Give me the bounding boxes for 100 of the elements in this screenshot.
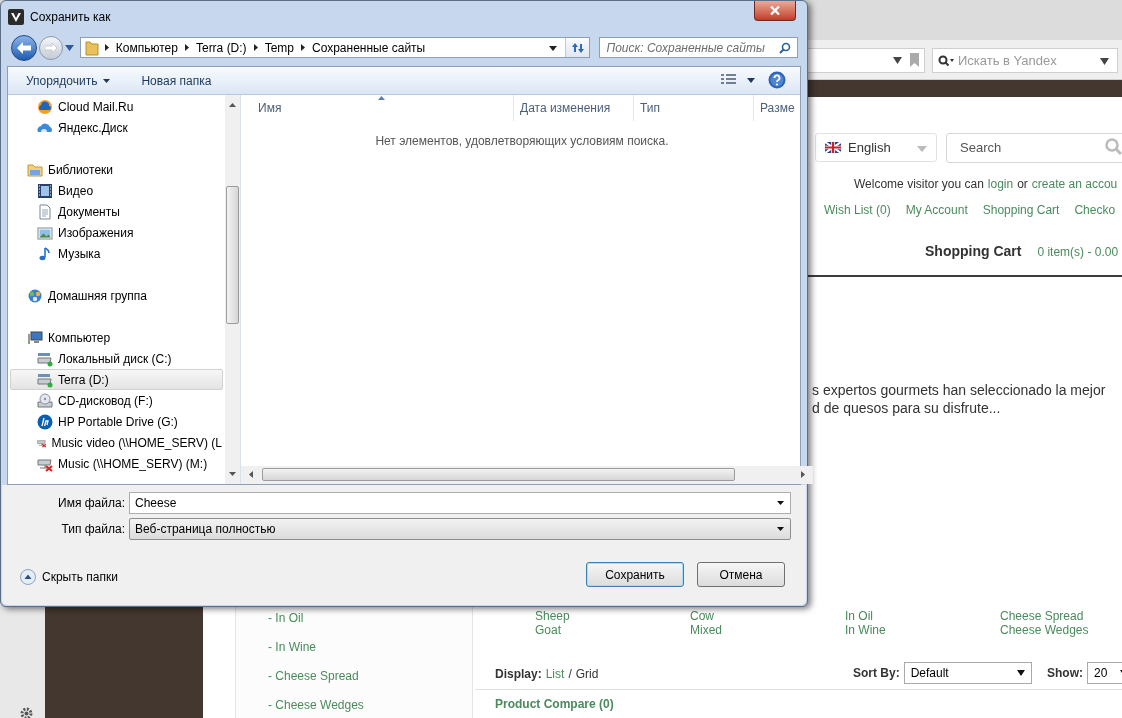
- create-account-link[interactable]: create an accou: [1031, 175, 1118, 193]
- cancel-button[interactable]: Отмена: [697, 562, 785, 587]
- nav-item[interactable]: Terra (D:): [10, 369, 223, 390]
- nav-item[interactable]: Локальный диск (C:): [10, 348, 223, 369]
- computer-icon: [27, 329, 43, 346]
- folder-icon: [27, 161, 43, 178]
- field-label: Тип файла:: [60, 521, 126, 538]
- file-name-field[interactable]: Cheese: [129, 492, 791, 514]
- header-link[interactable]: Wish List (0): [824, 201, 891, 219]
- intro-text-line: s expertos gourmets han seleccionado la mejor: [812, 381, 1106, 399]
- sort-label: Sort By:: [853, 665, 900, 682]
- header-link[interactable]: Checko: [1074, 201, 1116, 219]
- vertical-scrollbar[interactable]: [225, 95, 240, 484]
- app-icon: [8, 8, 24, 25]
- hide-folders-toggle[interactable]: Скрыть папки: [20, 568, 118, 586]
- nav-item[interactable]: Music video (\\HOME_SERV) (L: [10, 432, 223, 453]
- cart-summary[interactable]: 0 item(s) - 0.00: [1037, 243, 1119, 261]
- column-header[interactable]: Разме: [753, 95, 813, 121]
- column-header[interactable]: Дата изменения: [513, 95, 633, 121]
- search-icon: [779, 42, 791, 54]
- search-placeholder: Search: [960, 139, 1002, 158]
- new-folder-button[interactable]: Новая папка: [141, 71, 212, 90]
- welcome-text: Welcome visitor you can: [854, 176, 984, 193]
- column-header[interactable]: Имя: [241, 95, 513, 121]
- subcategory-link[interactable]: Cow: [690, 609, 845, 623]
- category-link[interactable]: - Cheese Wedges: [268, 696, 364, 714]
- list-view-link[interactable]: List: [545, 665, 565, 683]
- select-dropdown[interactable]: 20: [1087, 662, 1122, 684]
- grid-view-link[interactable]: Grid: [575, 665, 599, 683]
- dropdown-arrow-icon: [777, 501, 784, 505]
- search-placeholder: Поиск: Сохраненные сайты: [606, 39, 765, 57]
- nav-item[interactable]: Музыка: [10, 243, 223, 264]
- history-dropdown-icon[interactable]: [64, 44, 74, 51]
- chevron-icon: [104, 44, 109, 51]
- back-button[interactable]: [11, 34, 37, 61]
- cart-title[interactable]: Shopping Cart: [925, 241, 1022, 262]
- dropdown-arrow-icon[interactable]: [893, 57, 902, 64]
- subcategory-link[interactable]: In Wine: [845, 623, 1000, 637]
- breadcrumb-item[interactable]: Temp: [264, 38, 294, 57]
- film-icon: [37, 182, 53, 199]
- category-link[interactable]: - In Wine: [268, 638, 316, 656]
- network-icon: [27, 287, 43, 304]
- header-link[interactable]: Shopping Cart: [982, 201, 1060, 219]
- nav-item[interactable]: Домашняя группа: [10, 285, 223, 306]
- optical-drive-icon: [37, 392, 53, 409]
- welcome-text: or: [1017, 176, 1028, 193]
- chevron-icon: [184, 44, 189, 51]
- subcategory-link[interactable]: Goat: [535, 623, 690, 637]
- view-options-icon: [721, 74, 737, 86]
- chevron-icon: [300, 44, 305, 51]
- language-dropdown[interactable]: English: [815, 133, 937, 162]
- login-link[interactable]: login: [987, 175, 1014, 193]
- nav-item[interactable]: Изображения: [10, 222, 223, 243]
- subcategory-link[interactable]: Cheese Wedges: [1000, 623, 1122, 637]
- nav-item[interactable]: HP Portable Drive (G:): [10, 411, 223, 432]
- category-link[interactable]: - Cheese Spread: [268, 667, 359, 685]
- scroll-thumb[interactable]: [262, 468, 735, 481]
- gear-icon[interactable]: [20, 707, 33, 718]
- category-link[interactable]: - In Oil: [268, 609, 304, 627]
- select-dropdown[interactable]: Default: [903, 662, 1032, 684]
- intro-text-line: d de quesos para su disfrute...: [812, 399, 1002, 417]
- display-label: Display:: [495, 666, 542, 683]
- horizontal-scrollbar[interactable]: [241, 466, 813, 484]
- address-bar[interactable]: Компьютер Terra (D:) Temp Сохраненные сайты: [79, 37, 590, 58]
- subcategory-link[interactable]: Mixed: [690, 623, 845, 637]
- breadcrumb-item[interactable]: Сохраненные сайты: [311, 38, 426, 57]
- scroll-up-icon[interactable]: [229, 103, 236, 107]
- refresh-button[interactable]: [564, 38, 589, 57]
- nav-item[interactable]: CD-дисковод (F:): [10, 390, 223, 411]
- dropdown-arrow-icon: [917, 146, 927, 152]
- nav-item[interactable]: Cloud Mail.Ru: [10, 96, 223, 117]
- dropdown-arrow-icon: [777, 527, 784, 531]
- nav-item[interactable]: Библиотеки: [10, 159, 223, 180]
- hard-drive-icon: [37, 371, 53, 388]
- nav-item[interactable]: Music (\\HOME_SERV) (M:): [10, 453, 223, 474]
- nav-item[interactable]: Яндекс.Диск: [10, 117, 223, 138]
- column-header[interactable]: Тип: [633, 95, 753, 121]
- product-compare-link[interactable]: Product Compare (0): [495, 695, 614, 713]
- header-link[interactable]: My Account: [905, 201, 968, 219]
- file-type-dropdown[interactable]: Веб-страница полностью: [129, 518, 791, 540]
- close-button[interactable]: [754, 1, 796, 21]
- music-note-icon: [37, 245, 53, 262]
- subcategory-link[interactable]: Cheese Spread: [1000, 609, 1122, 623]
- scroll-left-icon[interactable]: [249, 471, 253, 478]
- organize-menu[interactable]: Упорядочить: [26, 71, 111, 90]
- subcategory-link[interactable]: Sheep: [535, 609, 690, 623]
- scroll-thumb[interactable]: [226, 186, 239, 324]
- nav-item[interactable]: Видео: [10, 180, 223, 201]
- breadcrumb-item[interactable]: Компьютер: [115, 38, 178, 57]
- nav-item[interactable]: Документы: [10, 201, 223, 222]
- search-field[interactable]: Поиск: Сохраненные сайты: [598, 37, 798, 58]
- window-title: Сохранить как: [30, 8, 111, 26]
- breadcrumb-item[interactable]: Terra (D:): [195, 38, 247, 57]
- scroll-down-icon[interactable]: [229, 472, 236, 476]
- nav-item[interactable]: Компьютер: [10, 327, 223, 348]
- subcategory-link[interactable]: In Oil: [845, 609, 1000, 623]
- folder-icon: [84, 39, 99, 56]
- save-button[interactable]: Сохранить: [586, 562, 684, 587]
- search-field[interactable]: Search: [946, 133, 1122, 163]
- dropdown-arrow-icon[interactable]: [548, 46, 557, 51]
